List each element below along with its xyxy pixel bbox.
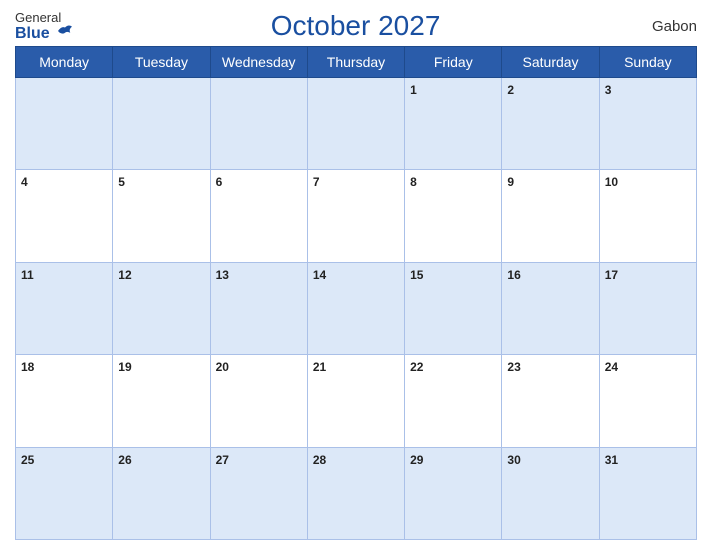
day-number: 24 (605, 360, 618, 374)
day-number: 1 (410, 83, 417, 97)
day-number: 10 (605, 175, 618, 189)
logo-general-text: General (15, 11, 61, 24)
calendar-cell: 27 (210, 447, 307, 539)
day-number: 21 (313, 360, 326, 374)
calendar-cell (113, 78, 210, 170)
day-number: 3 (605, 83, 612, 97)
calendar-cell: 12 (113, 262, 210, 354)
calendar-cell: 3 (599, 78, 696, 170)
day-number: 6 (216, 175, 223, 189)
day-number: 17 (605, 268, 618, 282)
day-number: 27 (216, 453, 229, 467)
calendar-week-row: 18 19 20 21 22 23 24 (16, 355, 697, 447)
calendar-cell: 29 (405, 447, 502, 539)
calendar-cell: 11 (16, 262, 113, 354)
calendar-cell (16, 78, 113, 170)
calendar-week-row: 11 12 13 14 15 16 17 (16, 262, 697, 354)
calendar-cell: 2 (502, 78, 599, 170)
weekday-header-monday: Monday (16, 47, 113, 78)
calendar-week-row: 1 2 3 (16, 78, 697, 170)
calendar-cell: 24 (599, 355, 696, 447)
day-number: 25 (21, 453, 34, 467)
calendar-cell: 25 (16, 447, 113, 539)
calendar-cell: 15 (405, 262, 502, 354)
day-number: 28 (313, 453, 326, 467)
calendar-cell: 7 (307, 170, 404, 262)
weekday-header-sunday: Sunday (599, 47, 696, 78)
calendar-cell: 14 (307, 262, 404, 354)
calendar-cell: 16 (502, 262, 599, 354)
logo-bird-icon (56, 24, 74, 38)
day-number: 20 (216, 360, 229, 374)
day-number: 12 (118, 268, 131, 282)
calendar-cell: 18 (16, 355, 113, 447)
day-number: 31 (605, 453, 618, 467)
calendar-week-row: 25 26 27 28 29 30 31 (16, 447, 697, 539)
calendar-table: MondayTuesdayWednesdayThursdayFridaySatu… (15, 46, 697, 540)
day-number: 15 (410, 268, 423, 282)
day-number: 18 (21, 360, 34, 374)
day-number: 5 (118, 175, 125, 189)
day-number: 13 (216, 268, 229, 282)
calendar-header-row: MondayTuesdayWednesdayThursdayFridaySatu… (16, 47, 697, 78)
calendar-cell: 22 (405, 355, 502, 447)
weekday-header-tuesday: Tuesday (113, 47, 210, 78)
day-number: 22 (410, 360, 423, 374)
day-number: 19 (118, 360, 131, 374)
calendar-cell: 8 (405, 170, 502, 262)
weekday-header-wednesday: Wednesday (210, 47, 307, 78)
day-number: 30 (507, 453, 520, 467)
calendar-cell: 28 (307, 447, 404, 539)
weekday-header-friday: Friday (405, 47, 502, 78)
calendar-cell: 20 (210, 355, 307, 447)
day-number: 2 (507, 83, 514, 97)
day-number: 23 (507, 360, 520, 374)
calendar-title: October 2027 (74, 10, 637, 42)
calendar-cell: 21 (307, 355, 404, 447)
logo-blue-text: Blue (15, 24, 74, 42)
logo: General Blue (15, 11, 74, 42)
day-number: 11 (21, 268, 34, 282)
calendar-cell: 30 (502, 447, 599, 539)
calendar-cell: 5 (113, 170, 210, 262)
calendar-cell: 13 (210, 262, 307, 354)
day-number: 8 (410, 175, 417, 189)
weekday-header-saturday: Saturday (502, 47, 599, 78)
calendar-cell: 1 (405, 78, 502, 170)
calendar-cell: 19 (113, 355, 210, 447)
calendar-cell (210, 78, 307, 170)
weekday-header-thursday: Thursday (307, 47, 404, 78)
calendar-cell: 4 (16, 170, 113, 262)
calendar-cell: 9 (502, 170, 599, 262)
calendar-cell: 26 (113, 447, 210, 539)
calendar-cell (307, 78, 404, 170)
calendar-cell: 31 (599, 447, 696, 539)
calendar-cell: 6 (210, 170, 307, 262)
day-number: 7 (313, 175, 320, 189)
calendar-cell: 23 (502, 355, 599, 447)
day-number: 26 (118, 453, 131, 467)
calendar-header: General Blue October 2027 Gabon (15, 10, 697, 42)
day-number: 4 (21, 175, 28, 189)
calendar-week-row: 4 5 6 7 8 9 10 (16, 170, 697, 262)
calendar-cell: 17 (599, 262, 696, 354)
country-label: Gabon (637, 18, 697, 35)
calendar-cell: 10 (599, 170, 696, 262)
day-number: 9 (507, 175, 514, 189)
day-number: 14 (313, 268, 326, 282)
day-number: 29 (410, 453, 423, 467)
day-number: 16 (507, 268, 520, 282)
